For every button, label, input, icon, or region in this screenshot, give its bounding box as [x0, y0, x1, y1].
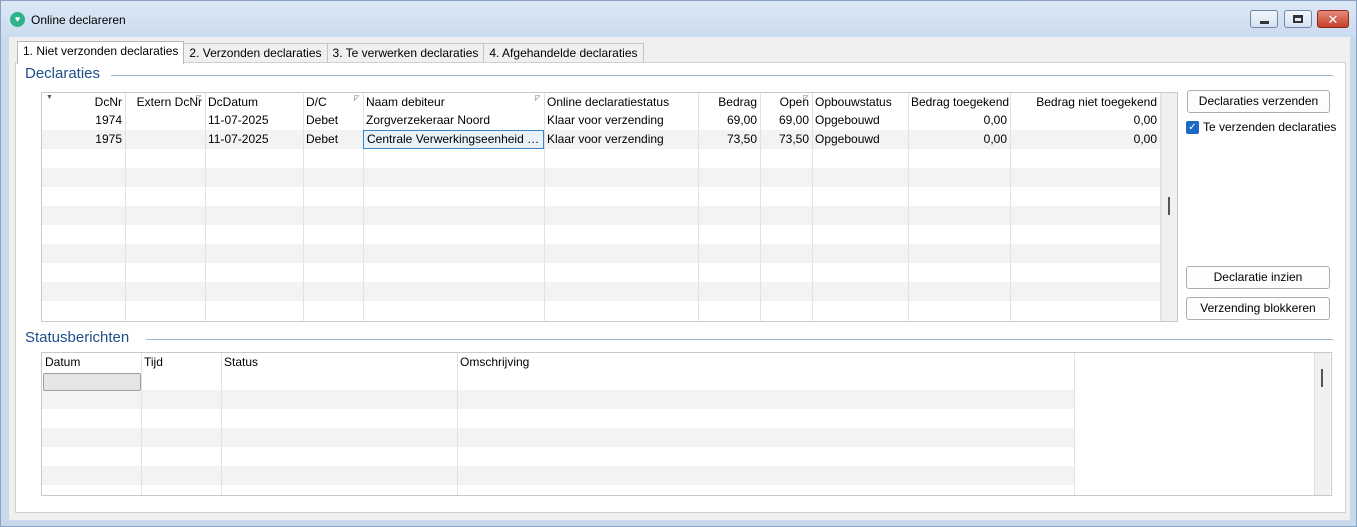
grid-cell[interactable]	[125, 111, 205, 130]
grid-cell[interactable]	[125, 130, 205, 149]
client-area: 1. Niet verzonden declaraties 2. Verzond…	[9, 37, 1350, 520]
column-header[interactable]: Tijd	[141, 353, 221, 371]
sort-indicator-icon: ◸	[803, 95, 809, 102]
checkmark-icon: ✓	[1186, 120, 1199, 134]
te-verzenden-label: Te verzenden declaraties	[1203, 120, 1337, 134]
declaraties-divider	[111, 75, 1333, 76]
grid-row-background	[42, 466, 1074, 485]
grid-row-background	[42, 168, 1160, 187]
grid-row-background	[42, 149, 1160, 168]
sort-indicator-icon: ◸	[196, 95, 202, 102]
grid-cell[interactable]: 0,00	[908, 130, 1010, 149]
column-header[interactable]: Omschrijving	[457, 353, 1074, 371]
app-window: ♥ Online declareren ✕ 1. Niet verzonden …	[0, 0, 1357, 527]
grid-cell[interactable]: Debet	[303, 111, 363, 130]
tab-verzonden[interactable]: 2. Verzonden declaraties	[183, 43, 328, 63]
grid-cell[interactable]: 0,00	[1010, 130, 1160, 149]
column-header[interactable]: DcNr	[42, 93, 125, 111]
tab-strip: 1. Niet verzonden declaraties 2. Verzond…	[17, 41, 644, 64]
declaraties-verzenden-button[interactable]: Declaraties verzenden	[1187, 90, 1330, 113]
scrollbar-thumb[interactable]	[1168, 197, 1170, 215]
minimize-button[interactable]	[1250, 10, 1278, 28]
grid-row-background	[42, 282, 1160, 301]
grid-row-background	[42, 428, 1074, 447]
declaratie-inzien-button[interactable]: Declaratie inzien	[1186, 266, 1330, 289]
grid-row-background	[42, 225, 1160, 244]
grid-row-background	[42, 244, 1160, 263]
grid-cell[interactable]: Opgebouwd	[812, 130, 908, 149]
grid-cell[interactable]: 69,00	[760, 111, 812, 130]
grid-cell[interactable]: 69,00	[698, 111, 760, 130]
heart-shield-icon: ♥	[10, 12, 25, 27]
column-header[interactable]: Bedrag	[698, 93, 760, 111]
grid-cell[interactable]: Zorgverzekeraar Noord	[363, 111, 544, 130]
tab-page: Declaraties DcNr ▼ Extern DcNr ◸ DcDatum D/C ◸…	[15, 62, 1346, 513]
column-divider	[1074, 353, 1075, 495]
grid-row-background	[42, 485, 1074, 495]
titlebar[interactable]: ♥ Online declareren ✕	[1, 1, 1356, 37]
tab-afgehandeld[interactable]: 4. Afgehandelde declaraties	[483, 43, 644, 63]
grid-cell[interactable]: Debet	[303, 130, 363, 149]
grid-cell[interactable]: 11-07-2025	[205, 130, 303, 149]
grid-cell[interactable]: 73,50	[698, 130, 760, 149]
grid-row-background	[42, 206, 1160, 225]
column-header[interactable]: Bedrag toegekend	[908, 93, 1010, 111]
maximize-icon	[1293, 15, 1303, 23]
column-header[interactable]: DcDatum	[205, 93, 303, 111]
tab-niet-verzonden[interactable]: 1. Niet verzonden declaraties	[17, 41, 185, 64]
grid-cell[interactable]: Opgebouwd	[812, 111, 908, 130]
sort-indicator-icon: ◸	[535, 95, 541, 102]
grid-row-background	[42, 409, 1074, 428]
datum-filter-box[interactable]	[43, 373, 141, 391]
grid-cell[interactable]: 1974	[42, 111, 125, 130]
grid-cell[interactable]: Klaar voor verzending	[544, 130, 698, 149]
grid-cell[interactable]: 11-07-2025	[205, 111, 303, 130]
te-verzenden-checkbox[interactable]: ✓ Te verzenden declaraties	[1186, 120, 1336, 134]
grid-row-background	[42, 390, 1074, 409]
tab-te-verwerken[interactable]: 3. Te verwerken declaraties	[326, 43, 485, 63]
grid-cell[interactable]: 0,00	[1010, 111, 1160, 130]
grid-row-background	[42, 301, 1160, 320]
sort-indicator-icon: ▼	[46, 94, 53, 101]
column-header[interactable]: Naam debiteur	[363, 93, 544, 111]
column-divider	[457, 353, 458, 495]
column-header[interactable]: Bedrag niet toegekend	[1010, 93, 1160, 111]
grid-cell[interactable]: 1975	[42, 130, 125, 149]
grid-row-background	[42, 371, 1074, 390]
grid-row-background	[42, 447, 1074, 466]
selected-grid-cell[interactable]: Centrale Verwerkingseenheid C...	[363, 130, 544, 149]
statusberichten-divider	[146, 339, 1333, 340]
statusberichten-scrollbar[interactable]	[1314, 353, 1330, 495]
verzending-blokkeren-button[interactable]: Verzending blokkeren	[1186, 297, 1330, 320]
minimize-icon	[1259, 20, 1269, 24]
grid-cell[interactable]: 73,50	[760, 130, 812, 149]
close-icon: ✕	[1327, 11, 1339, 27]
column-header[interactable]: Opbouwstatus	[812, 93, 908, 111]
declaraties-title: Declaraties	[25, 65, 101, 82]
declaraties-grid[interactable]: DcNr ▼ Extern DcNr ◸ DcDatum D/C ◸ Naam debiteu…	[41, 92, 1178, 322]
statusberichten-grid[interactable]: Datum Tijd Status Omschrijving	[41, 352, 1332, 496]
window-title: Online declareren	[31, 13, 126, 27]
scrollbar-thumb[interactable]	[1321, 369, 1323, 387]
declaraties-scrollbar[interactable]	[1161, 93, 1177, 321]
grid-row-background	[42, 187, 1160, 206]
column-header[interactable]: Online declaratiestatus	[544, 93, 698, 111]
maximize-button[interactable]	[1284, 10, 1312, 28]
column-header[interactable]: Status	[221, 353, 457, 371]
statusberichten-title: Statusberichten	[25, 329, 130, 346]
grid-cell[interactable]: 0,00	[908, 111, 1010, 130]
sort-indicator-icon: ◸	[354, 95, 360, 102]
column-divider	[221, 353, 222, 495]
grid-row-background	[42, 263, 1160, 282]
close-button[interactable]: ✕	[1317, 10, 1349, 28]
column-header[interactable]: Datum	[42, 353, 141, 371]
column-divider	[141, 353, 142, 495]
column-header[interactable]: Extern DcNr	[125, 93, 205, 111]
grid-cell[interactable]: Klaar voor verzending	[544, 111, 698, 130]
